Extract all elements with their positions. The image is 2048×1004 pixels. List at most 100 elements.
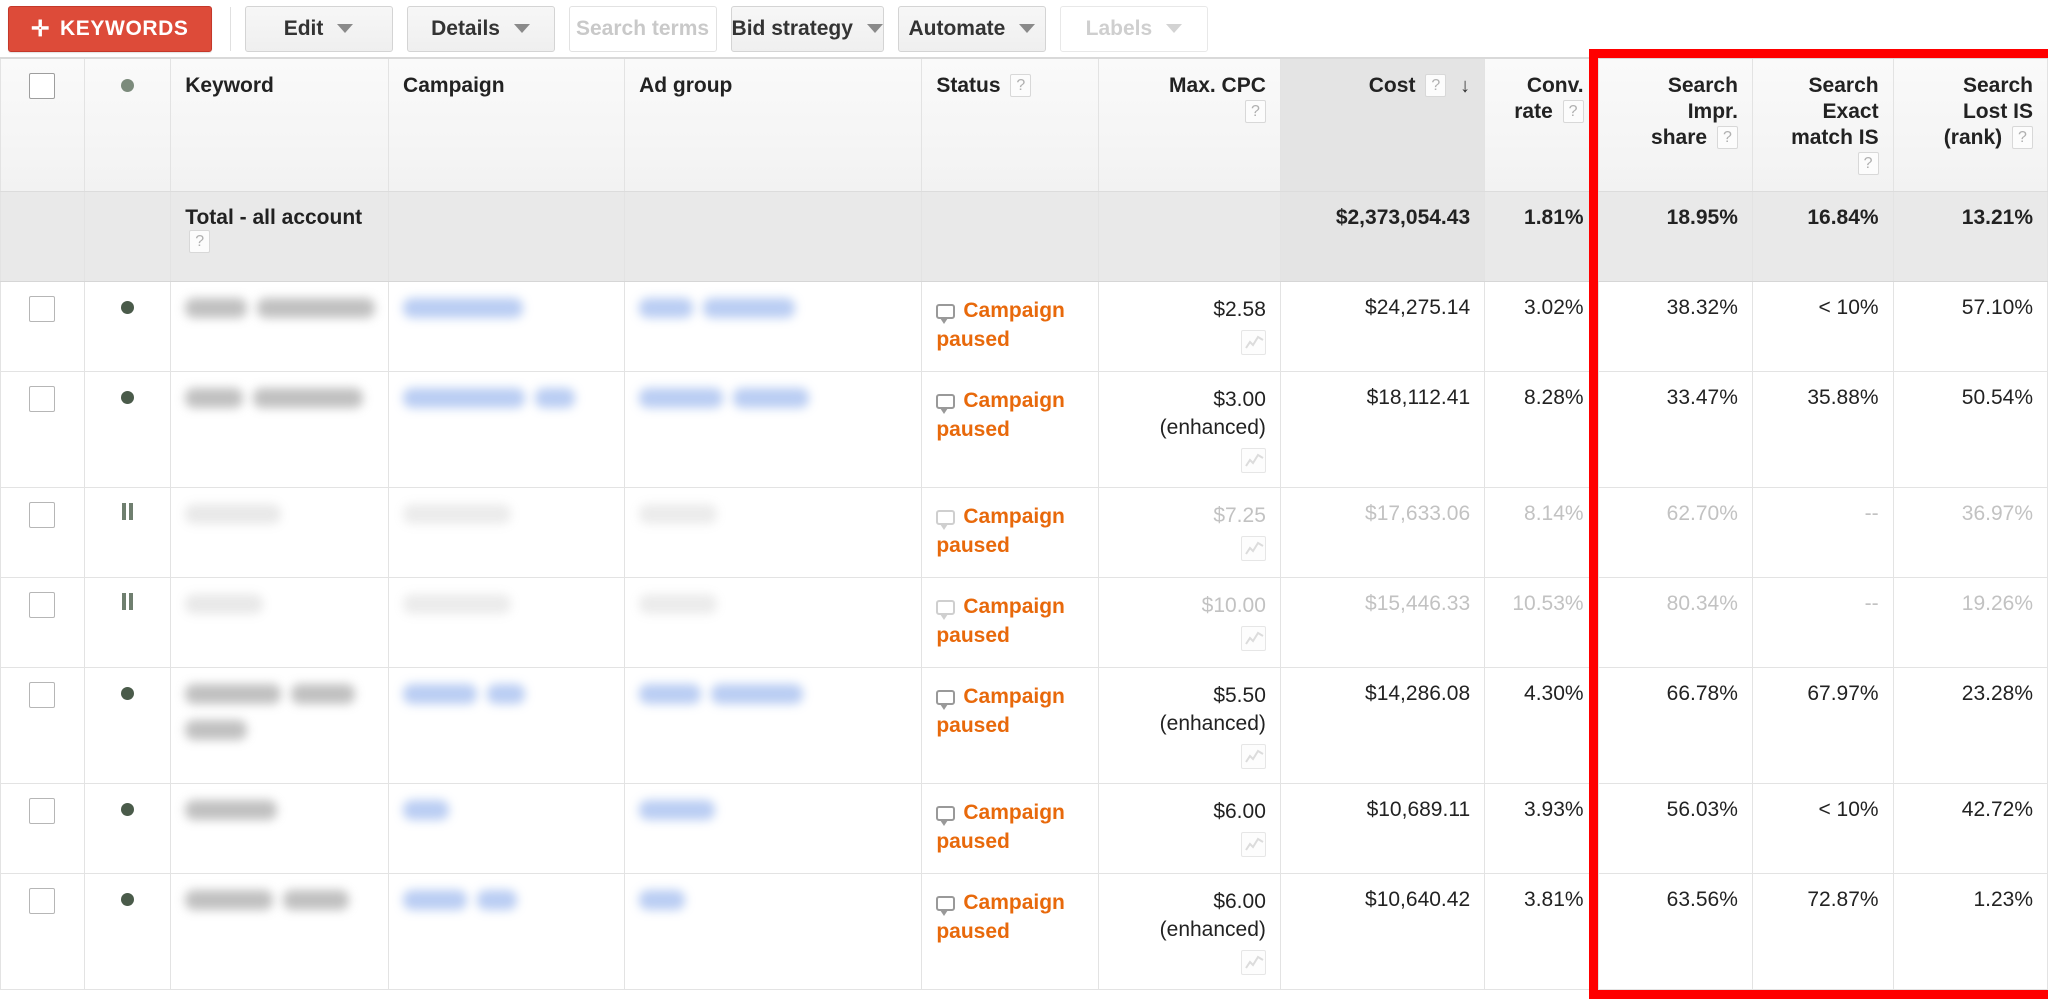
automate-button[interactable]: Automate [897,5,1046,52]
max-cpc-cell[interactable]: $10.00 [1098,577,1281,668]
bid-simulator-chart-icon[interactable] [1240,744,1266,769]
ad-group-cell[interactable] [624,371,923,488]
row-checkbox[interactable] [29,682,56,708]
table-row[interactable]: Campaign paused $10.00 $15,446.33 10.53% 80.… [0,577,2048,668]
table-row[interactable]: Campaign paused $5.50 (enhanced) $14,286.08… [0,667,2048,784]
ad-group-cell[interactable] [624,577,923,668]
help-icon[interactable]: ? [1244,100,1266,123]
campaign-cell[interactable] [388,783,626,874]
campaign-cell[interactable] [388,873,626,990]
bid-strategy-button[interactable]: Bid strategy [730,5,884,52]
bid-simulator-chart-icon[interactable] [1240,330,1266,355]
row-checkbox[interactable] [29,798,56,824]
ad-group-cell[interactable] [624,281,923,372]
status-label[interactable]: Campaign paused [936,891,1065,943]
row-state-cell[interactable] [83,873,172,990]
status-label[interactable]: Campaign paused [936,299,1065,351]
header-search-impr-share[interactable]: Search Impr. share ? [1597,57,1753,192]
keyword-cell[interactable] [170,487,390,578]
table-row[interactable]: Campaign paused $3.00 (enhanced) $18,112.41… [0,371,2048,488]
bid-strategy-label: Bid strategy [731,16,853,40]
status-label[interactable]: Campaign paused [936,685,1065,737]
bid-simulator-chart-icon[interactable] [1240,536,1266,561]
help-icon[interactable]: ? [1010,74,1032,97]
table-row[interactable]: Campaign paused $2.58 $24,275.14 3.02% 38.32… [0,281,2048,372]
max-cpc-cell[interactable]: $6.00 (enhanced) [1098,873,1281,990]
campaign-cell[interactable] [388,577,626,668]
help-icon[interactable]: ? [1562,100,1584,123]
total-checkbox-cell [0,191,85,282]
bid-simulator-chart-icon[interactable] [1240,448,1266,473]
sort-descending-icon[interactable]: ↓ [1460,75,1470,97]
header-status[interactable]: Status ? [921,57,1100,192]
row-checkbox[interactable] [29,296,56,322]
keyword-cell[interactable] [170,281,390,372]
labels-button[interactable]: Labels [1059,5,1208,52]
row-state-cell[interactable] [83,371,172,488]
status-cell[interactable]: Campaign paused [921,487,1100,578]
row-checkbox[interactable] [29,502,56,528]
row-state-cell[interactable] [83,667,172,784]
row-checkbox[interactable] [29,386,56,412]
header-conv-rate[interactable]: Conv. rate ? [1484,57,1599,192]
row-state-cell[interactable] [83,281,172,372]
row-state-cell[interactable] [83,783,172,874]
status-cell[interactable]: Campaign paused [921,667,1100,784]
keyword-cell[interactable] [170,873,390,990]
max-cpc-cell[interactable]: $2.58 [1098,281,1281,372]
table-row[interactable]: Campaign paused $7.25 $17,633.06 8.14% 62.70… [0,487,2048,578]
status-label[interactable]: Campaign paused [936,389,1065,441]
max-cpc-cell[interactable]: $6.00 [1098,783,1281,874]
status-label[interactable]: Campaign paused [936,801,1065,853]
status-cell[interactable]: Campaign paused [921,281,1100,372]
status-cell[interactable]: Campaign paused [921,783,1100,874]
header-keyword[interactable]: Keyword [170,57,390,192]
details-button[interactable]: Details [406,5,555,52]
help-icon[interactable]: ? [1716,126,1738,149]
bid-simulator-chart-icon[interactable] [1240,626,1266,651]
help-icon[interactable]: ? [1425,74,1447,97]
campaign-cell[interactable] [388,487,626,578]
ad-group-cell[interactable] [624,783,923,874]
add-keywords-button[interactable]: ✛ KEYWORDS [8,5,212,52]
header-cost[interactable]: Cost ? ↓ [1279,57,1486,192]
status-cell[interactable]: Campaign paused [921,371,1100,488]
row-checkbox[interactable] [29,592,56,618]
table-row[interactable]: Campaign paused $6.00 $10,689.11 3.93% 56.03… [0,783,2048,874]
header-max-cpc[interactable]: Max. CPC ? [1098,57,1281,192]
ad-group-cell[interactable] [624,487,923,578]
table-header: Keyword Campaign Ad group Status ? Max. … [0,57,2048,192]
select-all-checkbox[interactable] [29,73,56,99]
campaign-cell[interactable] [388,667,626,784]
max-cpc-cell[interactable]: $7.25 [1098,487,1281,578]
status-cell[interactable]: Campaign paused [921,577,1100,668]
keyword-cell[interactable] [170,577,390,668]
campaign-cell[interactable] [388,281,626,372]
keyword-cell[interactable] [170,371,390,488]
status-label[interactable]: Campaign paused [936,595,1065,647]
help-icon[interactable]: ? [2012,126,2033,149]
ad-group-cell[interactable] [624,873,923,990]
help-icon[interactable]: ? [189,230,211,253]
keyword-cell[interactable] [170,667,390,784]
edit-button[interactable]: Edit [244,5,393,52]
search-terms-button[interactable]: Search terms [568,5,717,52]
row-state-cell[interactable] [83,487,172,578]
header-search-exact-match-is[interactable]: Search Exact match IS ? [1751,57,1894,192]
table-row[interactable]: Campaign paused $6.00 (enhanced) $10,640.42… [0,873,2048,990]
row-state-cell[interactable] [83,577,172,668]
header-campaign[interactable]: Campaign [388,57,626,192]
keyword-cell[interactable] [170,783,390,874]
max-cpc-cell[interactable]: $5.50 (enhanced) [1098,667,1281,784]
header-ad-group[interactable]: Ad group [624,57,923,192]
status-label[interactable]: Campaign paused [936,505,1065,557]
help-icon[interactable]: ? [1857,152,1879,175]
campaign-cell[interactable] [388,371,626,488]
bid-simulator-chart-icon[interactable] [1240,950,1266,975]
max-cpc-cell[interactable]: $3.00 (enhanced) [1098,371,1281,488]
status-cell[interactable]: Campaign paused [921,873,1100,990]
ad-group-cell[interactable] [624,667,923,784]
header-search-lost-is-rank[interactable]: Search Lost IS (rank) ? [1892,57,2048,192]
bid-simulator-chart-icon[interactable] [1240,832,1266,857]
row-checkbox[interactable] [29,888,56,914]
